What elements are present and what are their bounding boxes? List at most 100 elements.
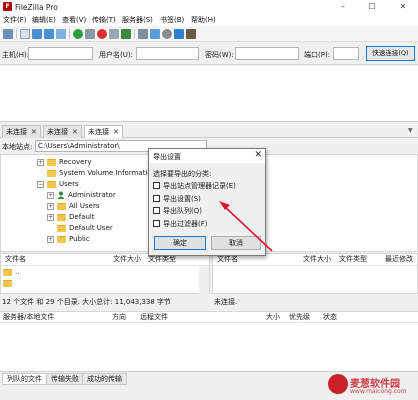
compare-directories-icon[interactable] [150, 29, 160, 39]
menu-transfer[interactable]: 传输(T) [92, 15, 116, 25]
dialog-close-icon[interactable]: ✕ [254, 150, 262, 161]
column-last-modified[interactable]: 最近修改 [385, 254, 413, 265]
close-tab-icon[interactable]: ✕ [31, 128, 37, 136]
tree-item-default[interactable]: + Default [47, 212, 95, 223]
checkbox[interactable] [153, 206, 160, 214]
toolbar-separator [69, 29, 70, 39]
export-site-manager-option[interactable]: 导出站点管理器记录(E) [153, 181, 236, 191]
find-binoculars-icon[interactable] [186, 29, 196, 39]
list-item[interactable] [3, 278, 15, 288]
local-file-list[interactable]: 文件名 文件大小 文件类型 .. [0, 253, 210, 294]
toggle-remote-tree-icon[interactable] [44, 29, 54, 39]
menu-edit[interactable]: 编辑(E) [32, 15, 56, 25]
checkbox[interactable] [153, 219, 160, 227]
host-label: 主机(H): [2, 51, 30, 59]
toolbar [0, 26, 418, 42]
tree-item-users[interactable]: − Users [37, 179, 79, 190]
column-filesize[interactable]: 文件大小 [303, 254, 331, 265]
folder-icon [57, 224, 66, 232]
watermark-logo-icon [328, 374, 348, 394]
column-filename[interactable]: 文件名 [5, 254, 26, 265]
tree-item-system-volume-information[interactable]: System Volume Information [47, 168, 156, 179]
connection-tab-active[interactable]: 未连接 ✕ [84, 125, 123, 138]
sync-browsing-icon[interactable] [162, 29, 172, 39]
column-remote-file[interactable]: 远程文件 [140, 312, 168, 323]
column-size[interactable]: 大小 [266, 312, 280, 323]
process-queue-icon[interactable] [85, 29, 95, 39]
connection-tabs: 未连接 ✕ 未连接 ✕ 未连接 ✕ ▼ [0, 124, 418, 138]
tab-queued-files[interactable]: 列队的文件 [2, 373, 47, 385]
quickconnect-bar: 主机(H): 用户名(U): 密码(W): 端口(P): 快速连接(Q) [0, 43, 418, 65]
quickconnect-button[interactable]: 快速连接(Q) [366, 46, 415, 61]
remote-file-list[interactable]: 文件名 文件大小 文件类型 最近修改 [212, 253, 418, 294]
filezilla-app-icon: F [3, 2, 12, 11]
checkbox[interactable] [153, 181, 160, 189]
directory-listing-filters-icon[interactable] [138, 29, 148, 39]
tab-scroll-down-icon[interactable]: ▼ [408, 127, 416, 135]
disconnect-icon[interactable] [109, 29, 119, 39]
expand-icon[interactable]: + [47, 213, 54, 221]
folder-icon [47, 169, 56, 177]
menu-file[interactable]: 文件(F) [3, 15, 27, 25]
port-input[interactable] [333, 47, 359, 60]
column-direction[interactable]: 方向 [112, 312, 126, 323]
export-queue-option[interactable]: 导出队列(Q) [153, 206, 202, 216]
column-filetype[interactable]: 文件类型 [339, 254, 367, 265]
cancel-button[interactable]: 取消 [211, 236, 261, 250]
local-status-text: 12 个文件 和 29 个目录. 大小总计: 11,043,338 字节 [0, 295, 210, 309]
list-item[interactable]: .. [3, 267, 19, 277]
tree-item-recovery[interactable]: + Recovery [37, 157, 91, 168]
host-input[interactable] [28, 47, 93, 60]
close-window-button[interactable]: ✕ [392, 0, 414, 14]
search-files-icon[interactable] [174, 29, 184, 39]
expand-icon[interactable]: + [47, 191, 54, 199]
toggle-log-icon[interactable] [20, 29, 30, 39]
collapse-icon[interactable]: − [37, 180, 44, 188]
expand-icon[interactable]: + [37, 158, 44, 166]
password-input[interactable] [235, 47, 299, 60]
refresh-icon[interactable] [73, 29, 83, 39]
dialog-title-bar: 导出设置 ✕ [149, 149, 265, 163]
column-priority[interactable]: 优先级 [289, 312, 310, 323]
tab-failed-transfers[interactable]: 传输失败 [46, 373, 84, 385]
username-input[interactable] [136, 47, 199, 60]
tree-item-all-users[interactable]: + All Users [47, 201, 100, 212]
expand-icon[interactable]: + [47, 202, 54, 210]
expand-icon[interactable]: + [47, 235, 54, 243]
checkbox[interactable] [153, 194, 160, 202]
connection-tab[interactable]: 未连接 ✕ [43, 125, 82, 138]
menu-bookmarks[interactable]: 书签(B) [160, 15, 184, 25]
tab-successful-transfers[interactable]: 成功的传输 [82, 373, 127, 385]
connection-tab[interactable]: 未连接 ✕ [2, 125, 41, 138]
tree-item-public[interactable]: + Public [47, 234, 90, 245]
maximize-button[interactable]: ☐ [361, 0, 383, 14]
toggle-queue-icon[interactable] [56, 29, 66, 39]
export-settings-option[interactable]: 导出设置(S) [153, 194, 201, 204]
tree-item-administrator[interactable]: + Administrator [47, 190, 116, 201]
username-label: 用户名(U): [99, 51, 133, 59]
cancel-operation-icon[interactable] [97, 29, 107, 39]
local-list-scrollbar[interactable] [199, 266, 209, 294]
menu-server[interactable]: 服务器(S) [122, 15, 153, 25]
tree-item-default-user[interactable]: Default User [57, 223, 113, 234]
close-tab-icon[interactable]: ✕ [72, 128, 78, 136]
column-server-local-file[interactable]: 服务器/本地文件 [3, 312, 54, 323]
toolbar-separator [134, 29, 135, 39]
ok-button[interactable]: 确定 [154, 236, 206, 250]
toggle-local-tree-icon[interactable] [32, 29, 42, 39]
column-status[interactable]: 状态 [323, 312, 337, 323]
folder-icon [57, 202, 66, 210]
site-manager-icon[interactable] [3, 29, 13, 39]
message-log[interactable] [0, 66, 418, 122]
menu-view[interactable]: 查看(V) [62, 15, 86, 25]
watermark-url: www.maicong.com [350, 388, 407, 395]
export-filters-option[interactable]: 导出过滤器(F) [153, 219, 208, 229]
folder-icon [57, 235, 66, 243]
local-site-label: 本地站点: [2, 143, 33, 151]
minimize-button[interactable]: – [332, 0, 354, 14]
column-filesize[interactable]: 文件大小 [113, 254, 141, 265]
transfer-queue-list[interactable] [0, 323, 418, 371]
menu-help[interactable]: 帮助(H) [191, 15, 216, 25]
close-tab-icon[interactable]: ✕ [113, 128, 119, 136]
reconnect-icon[interactable] [121, 29, 131, 39]
